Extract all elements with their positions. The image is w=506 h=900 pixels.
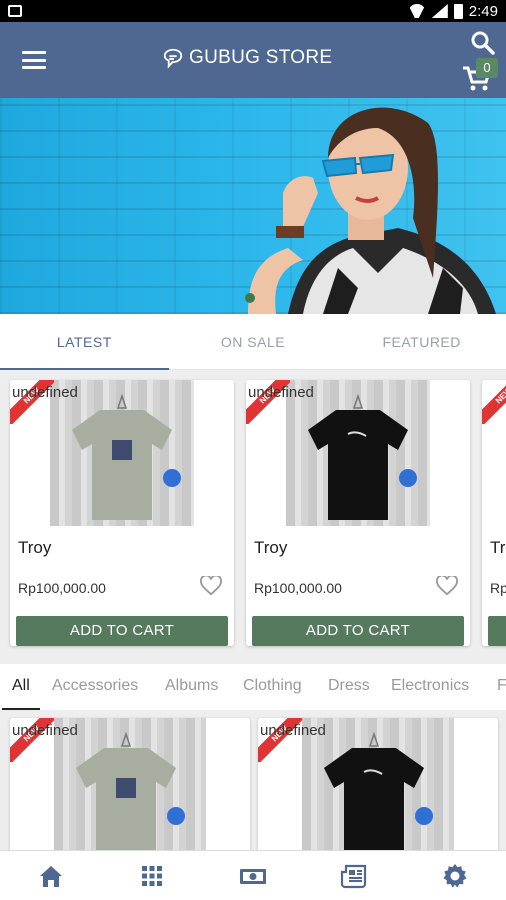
grid-product-card[interactable]: NEW undefined (258, 718, 498, 850)
battery-icon (453, 3, 463, 19)
nav-categories[interactable] (101, 851, 202, 900)
search-icon[interactable] (470, 30, 496, 56)
add-to-cart-button[interactable]: ADD TO CART (16, 616, 228, 646)
tshirt-image (76, 732, 185, 850)
category-all[interactable]: All (2, 664, 40, 710)
product-note: undefined (12, 722, 78, 739)
product-note: undefined (260, 722, 326, 739)
product-name[interactable]: Tro (490, 538, 506, 558)
app-bar: GUBUG STORE 0 (0, 22, 506, 98)
app-screen: 2:49 GUBUG STORE 0 LATEST ON SALE FEATUR… (0, 0, 506, 900)
product-name[interactable]: Troy (18, 538, 51, 558)
wifi-icon (408, 4, 426, 18)
home-icon (39, 865, 62, 887)
wishlist-heart-icon[interactable] (436, 576, 458, 596)
product-image[interactable]: NEW undefined (10, 380, 234, 526)
tab-latest[interactable]: LATEST (0, 314, 169, 370)
product-price: Rp100,000.00 (18, 580, 106, 596)
category-tabs: All Accessories Albums Clothing Dress El… (0, 664, 506, 710)
category-products-grid[interactable]: NEW undefined NEW undefined (0, 710, 506, 850)
add-to-cart-button[interactable] (488, 616, 506, 646)
nav-home[interactable] (0, 851, 101, 900)
new-ribbon: NEW (482, 380, 506, 424)
signal-icon (431, 4, 448, 18)
settings-icon (443, 863, 467, 887)
tshirt-image (308, 394, 417, 520)
hero-banner[interactable] (0, 98, 506, 314)
status-bar: 2:49 (0, 0, 506, 22)
category-albums[interactable]: Albums (165, 664, 218, 710)
latest-products-row[interactable]: NEW undefined Troy Rp100,000.00 ADD TO C… (0, 370, 506, 660)
product-price: Rp (490, 580, 506, 596)
category-clothing[interactable]: Clothing (243, 664, 302, 710)
tshirt-image (72, 394, 181, 520)
grid-product-card[interactable]: NEW undefined (10, 718, 250, 850)
news-icon (341, 864, 367, 888)
product-card[interactable]: NEW undefined Troy Rp100,000.00 ADD TO C… (246, 380, 470, 646)
grid-icon (141, 865, 162, 886)
product-card[interactable]: NEW undefined Troy Rp100,000.00 ADD TO C… (10, 380, 234, 646)
category-accessories[interactable]: Accessories (52, 664, 138, 710)
product-tabs: LATEST ON SALE FEATURED (0, 314, 506, 370)
bottom-navigation (0, 850, 506, 900)
tshirt-image (324, 732, 433, 850)
category-more[interactable]: F (497, 664, 506, 710)
hamburger-menu-icon[interactable] (22, 51, 46, 69)
image-notification-icon (8, 5, 22, 17)
model-photo (245, 107, 496, 314)
nav-settings[interactable] (405, 851, 506, 900)
cart-count-badge: 0 (476, 58, 498, 78)
store-brand: GUBUG STORE (162, 47, 332, 69)
app-title: GUBUG STORE (189, 47, 333, 68)
product-card[interactable]: NEW Tro Rp (482, 380, 506, 646)
product-note: undefined (12, 384, 78, 401)
money-icon (240, 868, 266, 884)
product-image[interactable]: NEW undefined (246, 380, 470, 526)
product-name[interactable]: Troy (254, 538, 287, 558)
category-dress[interactable]: Dress (328, 664, 370, 710)
add-to-cart-button[interactable]: ADD TO CART (252, 616, 464, 646)
nav-deals[interactable] (202, 851, 303, 900)
category-electronics[interactable]: Electronics (391, 664, 469, 710)
store-logo-icon (163, 48, 183, 69)
status-time: 2:49 (468, 2, 498, 20)
wishlist-heart-icon[interactable] (200, 576, 222, 596)
product-note: undefined (248, 384, 314, 401)
tab-featured[interactable]: FEATURED (337, 314, 506, 369)
tab-on-sale[interactable]: ON SALE (169, 314, 338, 369)
nav-news[interactable] (304, 851, 405, 900)
product-price: Rp100,000.00 (254, 580, 342, 596)
